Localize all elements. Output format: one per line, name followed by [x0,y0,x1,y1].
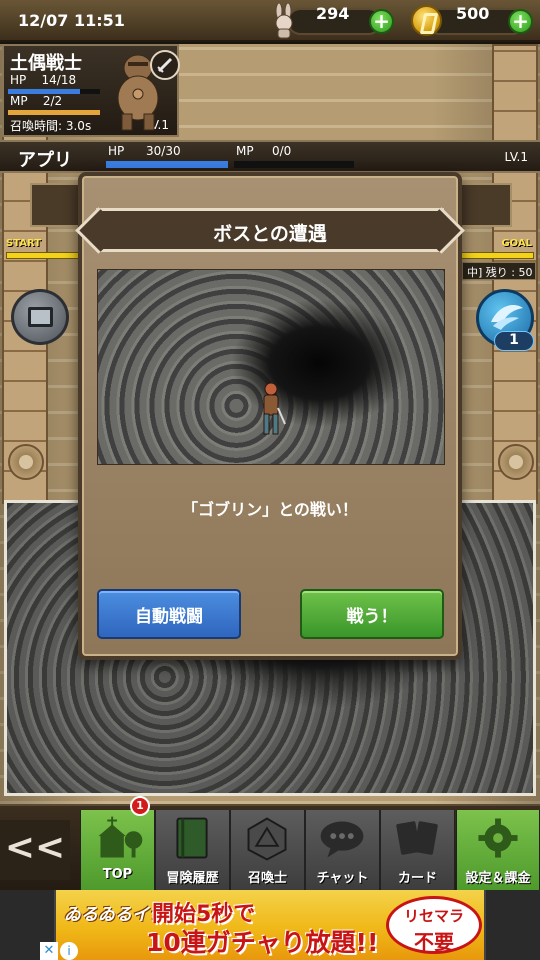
coin-count: 500 [456,4,490,23]
remaining-counter: 中] 残り : 50 [462,262,536,280]
rabbit-ticket-icon [275,3,293,39]
d20-icon [247,817,287,861]
ad-badge-line2: 不要 [414,930,454,954]
player-mp-label: MP [236,144,254,158]
gear-icon [478,818,518,858]
goal-label: GOAL [501,238,532,249]
boss-encounter-dialog: ボスとの遭遇 「ゴブリン」との戦い！ 自動戦闘 戦う！ [78,172,462,660]
nav-cards[interactable]: カード [380,810,455,890]
player-mp-value: 0/0 [272,144,292,158]
nav-chat-label: チャット [316,871,369,886]
nav-adventure-log-label: 冒険履歴 [166,871,219,886]
player-name: アプリ [18,150,72,171]
nav-settings-label: 設定＆課金 [465,871,531,886]
church-icon [98,816,143,858]
wing-count: 1 [494,331,534,351]
nav-summoner[interactable]: 召喚士 [230,810,305,890]
player-hp-bar [106,161,228,168]
character-hp-value: 14/18 [41,73,77,87]
battle-message: 「ゴブリン」との戦い！ [182,500,358,519]
ad-info-icon[interactable]: i [60,942,78,960]
character-panel[interactable]: 土偶戦士 HP 14/18 MP 2/2 召喚時間: 3.0s LV.1 [2,44,180,137]
cards-icon [396,821,438,855]
sword-icon[interactable] [150,50,180,80]
nav-settings[interactable]: 設定＆課金 [456,810,540,890]
nav-top-label: TOP [102,867,133,882]
cave-battle-image [97,269,445,465]
start-label: START [6,238,42,249]
coin-icon [411,5,442,36]
right-gear-ornament [498,444,534,480]
chat-icon [320,821,364,858]
nav-summoner-label: 召喚士 [247,871,287,886]
player-hp-label: HP [108,144,125,158]
nav-top[interactable]: TOP [80,810,155,890]
dialog-title-bar: ボスとの遭遇 [96,208,444,252]
add-ticket-button[interactable]: + [369,9,394,34]
character-mp-label: MP 2/2 [10,94,63,108]
dialog-title: ボスとの遭遇 [213,223,327,245]
ad-subheadline: 10連ガチャり放題!! [146,928,379,957]
ad-badge: リセマラ 不要 [386,896,482,954]
status-bar: 12/07 11:51 294 + 500 + [0,0,540,42]
notification-badge: 1 [130,796,150,816]
player-status-bar: アプリ HP 30/30 MP 0/0 LV.1 [0,140,540,173]
ad-banner[interactable]: ゐるゐるイデア 開始5秒で 10連ガチャり放題!! リセマラ 不要 [0,890,540,960]
fight-button[interactable]: 戦う！ [300,589,444,639]
tv-video-button[interactable] [11,289,69,345]
player-hp-value: 30/30 [146,144,181,158]
character-name: 土偶戦士 [10,53,82,74]
nav-adventure-log[interactable]: 冒険履歴 [155,810,230,890]
left-gear-ornament [8,444,44,480]
book-icon [176,817,208,859]
summon-time: 召喚時間: 3.0s [10,119,92,133]
goblin-sprite [263,382,286,435]
character-mp-value: 2/2 [42,94,63,108]
auto-battle-button[interactable]: 自動戦闘 [97,589,241,639]
nav-chat[interactable]: チャット [305,810,380,890]
clock: 12/07 11:51 [18,11,125,30]
back-button[interactable]: << [0,820,70,880]
tv-icon [28,307,53,327]
nav-cards-label: カード [397,871,437,886]
character-hp-label: HP 14/18 [10,73,77,87]
ad-creative[interactable]: ゐるゐるイデア 開始5秒で 10連ガチャり放題!! リセマラ 不要 [54,890,486,960]
ad-badge-line1: リセマラ [403,907,464,925]
player-mp-bar [234,161,354,168]
player-level: LV.1 [504,150,528,164]
ticket-count: 294 [316,4,350,23]
add-coin-button[interactable]: + [508,9,533,34]
bottom-navigation: << TOP 冒険履歴 召喚士 チャット カード 設定＆課金 [0,804,540,890]
character-mp-bar [8,110,100,115]
ad-close-icon[interactable]: ✕ [40,942,58,960]
